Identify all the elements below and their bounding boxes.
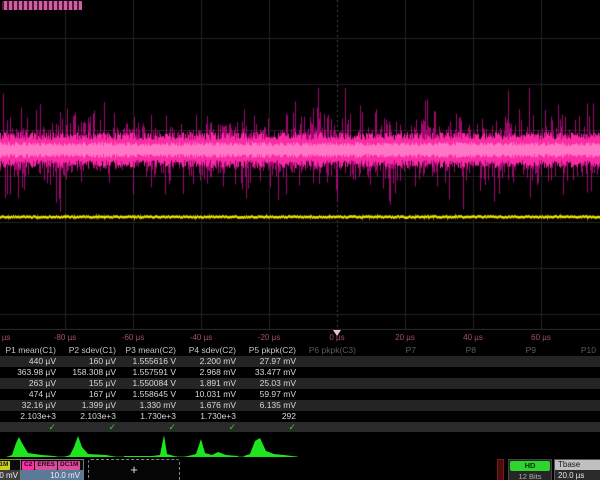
c1-volts-per-div: 0 mV — [0, 470, 21, 480]
axis-tick-label: 60 µs — [531, 333, 551, 342]
clipped-descriptor-edge — [497, 459, 504, 480]
param-value: 1.330 mV — [120, 400, 176, 411]
histicon-p5[interactable] — [242, 433, 300, 457]
table-row: ✓ ✓ ✓ ✓ ✓ — [0, 422, 600, 432]
param-value: 440 µV — [0, 356, 56, 367]
table-row: P1 mean(C1) P2 sdev(C1) P3 mean(C2) P4 sdev… — [0, 345, 600, 356]
param-value: 160 µV — [60, 356, 116, 367]
param-header-p4[interactable]: P4 sdev(C2) — [180, 345, 236, 356]
param-value: 2.968 mV — [180, 367, 236, 378]
table-row: 363.98 µV 158.308 µV 1.557591 V 2.968 mV 33.… — [0, 367, 600, 378]
param-value: 1.399 µV — [60, 400, 116, 411]
histicon-shape — [244, 438, 298, 457]
axis-tick-label: -60 µs — [122, 333, 144, 342]
c2-eres-badge: ERES — [35, 461, 57, 470]
oscilloscope-screen: -100 µs -80 µs -60 µs -40 µs -20 µs 0 µs 20 µs… — [0, 0, 600, 480]
param-value: 6.135 mV — [240, 400, 296, 411]
channel-c1-descriptor[interactable]: DC1M 0 mV — [0, 459, 22, 480]
param-value: 10.031 mV — [180, 389, 236, 400]
timebase-axis: -100 µs -80 µs -60 µs -40 µs -20 µs 0 µs 20 µs… — [0, 330, 600, 345]
param-header-p8[interactable]: P8 — [420, 345, 476, 356]
axis-tick-label: 0 µs — [329, 333, 344, 342]
histicon-shape — [6, 437, 58, 457]
hd-bits-label: 12 Bits — [509, 472, 551, 480]
histicon-p1[interactable] — [2, 433, 60, 457]
axis-tick-label: -40 µs — [190, 333, 212, 342]
param-status-check: ✓ — [60, 422, 116, 432]
param-value: 59.97 mV — [240, 389, 296, 400]
add-trace-button[interactable]: + — [88, 459, 180, 480]
hd-badge: HD — [510, 461, 550, 471]
param-value: 2.103e+3 — [60, 411, 116, 422]
param-value: 1.558645 V — [120, 389, 176, 400]
descriptor-bar: DC1M 0 mV C2 ERES DC1M 10.0 mV + HD 12 B… — [0, 459, 600, 480]
param-value: 27.97 mV — [240, 356, 296, 367]
param-status-check: ✓ — [120, 422, 176, 432]
param-value: 25.03 mV — [240, 378, 296, 389]
table-row: 440 µV 160 µV 1.555616 V 2.200 mV 27.97 mV — [0, 356, 600, 367]
channel-c2-descriptor[interactable]: C2 ERES DC1M 10.0 mV — [20, 459, 84, 480]
param-value: 1.891 mV — [180, 378, 236, 389]
param-header-p5[interactable]: P5 pkpk(C2) — [240, 345, 296, 356]
waveform-grid — [0, 0, 600, 330]
table-row: 2.103e+3 2.103e+3 1.730e+3 1.730e+3 292 — [0, 411, 600, 422]
param-header-p9[interactable]: P9 — [480, 345, 536, 356]
c1-coupling-badge: DC1M — [0, 461, 10, 470]
param-value: 363.98 µV — [0, 367, 56, 378]
timebase-descriptor[interactable]: Tbase 20.0 µs — [554, 459, 600, 480]
c2-coupling-badge: DC1M — [58, 461, 80, 470]
axis-tick-label: 20 µs — [395, 333, 415, 342]
table-row: 32.16 µV 1.399 µV 1.330 mV 1.676 mV 6.135 mV — [0, 400, 600, 411]
measurement-table: P1 mean(C1) P2 sdev(C1) P3 mean(C2) P4 sdev… — [0, 345, 600, 432]
c2-volts-per-div: 10.0 mV — [21, 470, 83, 480]
histicon-shape — [124, 435, 178, 457]
param-value: 1.550084 V — [120, 378, 176, 389]
axis-tick-label: 40 µs — [463, 333, 483, 342]
histicons-row — [0, 432, 600, 459]
param-value: 158.308 µV — [60, 367, 116, 378]
hd-mode-indicator[interactable]: HD 12 Bits — [508, 459, 552, 480]
timebase-value: 20.0 µs — [555, 470, 600, 480]
param-header-p3[interactable]: P3 mean(C2) — [120, 345, 176, 356]
param-value: 292 — [240, 411, 296, 422]
param-value: 2.200 mV — [180, 356, 236, 367]
param-status-check: ✓ — [0, 422, 56, 432]
histicon-p3[interactable] — [122, 433, 180, 457]
param-value: 155 µV — [60, 378, 116, 389]
param-status-check: ✓ — [180, 422, 236, 432]
table-row: 474 µV 167 µV 1.558645 V 10.031 mV 59.97 mV — [0, 389, 600, 400]
param-value: 33.477 mV — [240, 367, 296, 378]
param-value: 32.16 µV — [0, 400, 56, 411]
param-value: 1.557591 V — [120, 367, 176, 378]
param-header-p2[interactable]: P2 sdev(C1) — [60, 345, 116, 356]
param-status-check: ✓ — [240, 422, 296, 432]
axis-tick-label: -100 µs — [0, 333, 10, 342]
axis-tick-label: -20 µs — [258, 333, 280, 342]
param-header-p10[interactable]: P10 — [540, 345, 596, 356]
top-left-pink-badge — [2, 1, 82, 10]
param-value: 1.676 mV — [180, 400, 236, 411]
param-value: 2.103e+3 — [0, 411, 56, 422]
param-value: 1.730e+3 — [120, 411, 176, 422]
param-value: 474 µV — [0, 389, 56, 400]
c2-channel-badge: C2 — [22, 461, 34, 470]
histicon-shape — [64, 436, 116, 457]
param-value: 263 µV — [0, 378, 56, 389]
param-header-p1[interactable]: P1 mean(C1) — [0, 345, 56, 356]
timebase-title: Tbase — [555, 460, 600, 470]
axis-tick-label: -80 µs — [54, 333, 76, 342]
param-value: 167 µV — [60, 389, 116, 400]
histicon-p4[interactable] — [182, 433, 240, 457]
param-header-p6[interactable]: P6 pkpk(C3) — [300, 345, 356, 356]
table-row: 263 µV 155 µV 1.550084 V 1.891 mV 25.03 mV — [0, 378, 600, 389]
param-value: 1.730e+3 — [180, 411, 236, 422]
histicon-shape — [184, 439, 238, 457]
histicon-p2[interactable] — [62, 433, 120, 457]
param-header-p7[interactable]: P7 — [360, 345, 416, 356]
param-value: 1.555616 V — [120, 356, 176, 367]
